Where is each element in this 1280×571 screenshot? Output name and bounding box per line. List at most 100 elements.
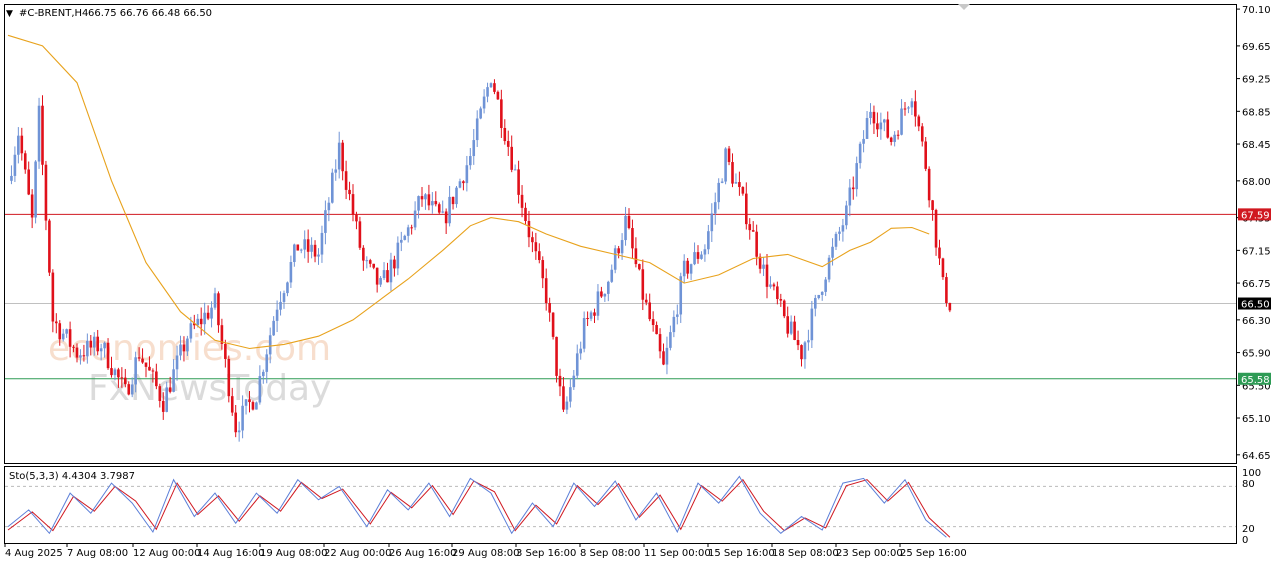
candle-body-bear [779,299,783,301]
candle-body-bull [86,340,89,357]
candle-body-bull [79,355,82,358]
candle-body-bull [469,156,472,166]
candle-body-bull [710,213,714,232]
time-axis-label: 12 Aug 00:00 [133,548,200,559]
candle-body-bear [800,345,803,360]
candle-body-bull [324,210,327,233]
candle-body-bull [65,329,68,334]
candle-body-bear [903,108,907,110]
candle-body-bear [20,135,24,154]
candle-body-bull [569,387,572,402]
candle-body-bear [634,248,638,265]
candle-body-bear [120,377,124,379]
candle-body-bull [134,357,137,385]
candle-body-bear [534,242,538,252]
candle-body-bull [575,353,579,376]
candle-body-bear [110,368,113,376]
ohlc-readout: 66.75 66.76 66.48 66.50 [88,8,212,19]
candle-body-bull [34,161,37,218]
candle-body-bear [889,137,893,142]
candle-body-bear [520,194,524,208]
time-axis-label: 29 Aug 08:00 [452,548,519,559]
candle-body-bull [672,316,676,333]
candle-body-bull [327,202,331,211]
candle-body-bull [17,135,20,155]
candle-body-bear [658,334,662,352]
candle-body-bear [462,181,465,184]
candle-body-bear [555,336,558,376]
candle-body-bear [541,260,545,279]
candle-body-bear [351,194,355,215]
candle-body-bull [255,402,258,410]
candle-body-bull [472,140,476,157]
candle-body-bull [455,187,458,205]
price-axis-label: 67.15 [1242,246,1271,257]
candle-body-bull [810,308,814,341]
candle-body-bull [320,232,324,255]
candle-body-bear [358,221,362,248]
candle-body-bear [420,196,424,200]
price-axis-label: 64.65 [1242,451,1271,462]
candle-body-bull [282,293,286,302]
candle-body-bull [258,376,262,403]
candle-body-bear [41,105,44,165]
candle-body-bull [241,405,244,431]
candle-body-bear [641,269,645,300]
candle-body-bear [927,168,931,201]
candle-body-bull [717,182,720,203]
candle-body-bear [551,312,555,337]
candle-body-bear [593,312,596,316]
candle-body-bull [448,196,451,224]
candle-body-bear [941,258,945,278]
time-axis-label: 18 Sep 08:00 [772,548,839,559]
candle-body-bull [865,118,869,139]
candle-body-bull [724,148,727,182]
candle-body-bull [845,205,848,226]
candle-body-bear [617,248,620,254]
candle-body-bear [234,412,237,433]
candle-body-bull [910,101,914,108]
candle-body-bear [931,200,934,210]
price-axis-label: 68.85 [1242,107,1271,118]
candle-body-bear [496,91,500,100]
candle-body-bull [900,108,903,135]
candle-body-bear [506,141,510,147]
candle-body-bear [217,293,220,326]
candle-body-bear [786,316,789,334]
candle-body-bear [68,329,72,347]
chart-canvas[interactable]: economies.com FxNewsToday 70.1069.6569.2… [0,0,1280,567]
current-price-price-label: 66.50 [1241,300,1270,311]
candle-body-bull [610,269,614,282]
candle-body-bear [745,193,748,225]
candle-body-bull [424,194,427,200]
candle-body-bear [220,325,224,344]
candle-body-bull [413,210,417,228]
candle-body-bull [579,348,582,354]
candle-body-bear [548,303,551,313]
candle-body-bear [600,291,603,297]
candle-body-bull [406,227,410,236]
candle-body-bull [237,430,241,433]
candle-body-bear [538,251,541,261]
chart-menu-icon[interactable]: ▼ [6,9,13,19]
candle-body-bull [175,355,179,370]
candle-body-bull [693,252,696,265]
time-axis-label: 22 Aug 00:00 [324,548,391,559]
candle-body-bear [727,148,731,163]
candle-body-bull [582,318,586,349]
candle-body-bear [751,230,755,232]
candle-body-bear [224,343,227,359]
candle-body-bull [907,107,910,109]
time-axis-label: 3 Sep 16:00 [516,548,576,559]
candle-body-bear [151,370,155,372]
time-axis-label: 15 Sep 16:00 [708,548,775,559]
candle-body-bear [586,318,589,320]
candle-body-bear [662,351,665,365]
candle-body-bear [355,214,358,222]
candle-body-bear [386,270,389,283]
candle-body-bull [13,154,17,176]
candle-body-bull [203,312,206,325]
time-axis-label: 23 Sep 00:00 [836,548,903,559]
candle-body-bull [61,333,65,340]
candle-body-bear [372,263,375,268]
